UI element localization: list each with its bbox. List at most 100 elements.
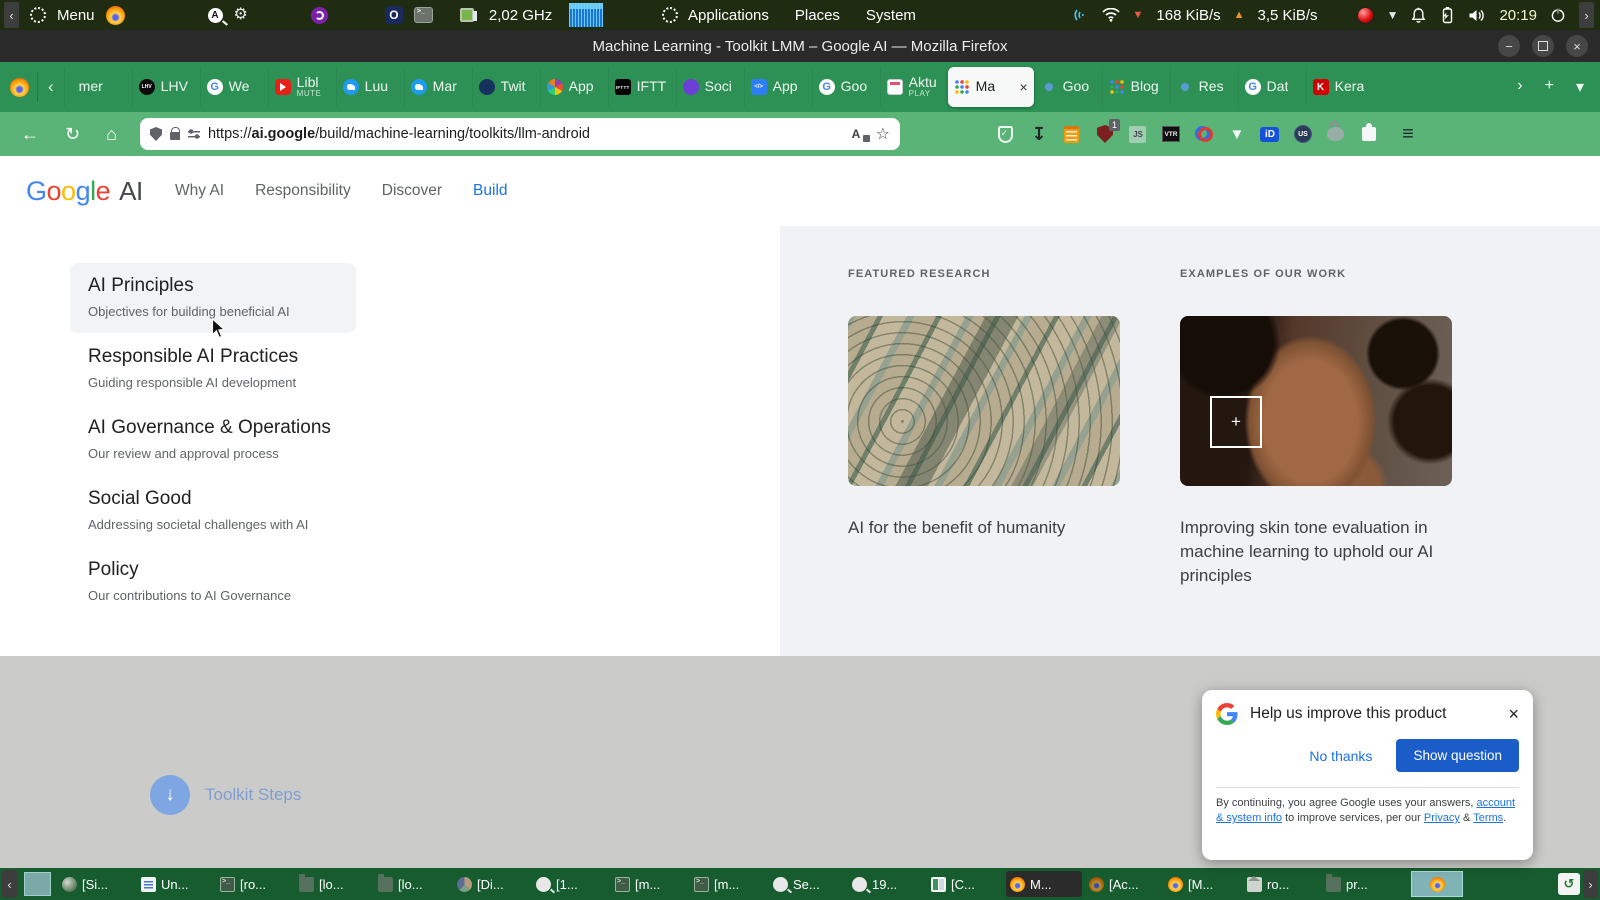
taskbar-window-button[interactable]: pr... (1322, 871, 1398, 897)
site-nav-link[interactable]: Discover (382, 182, 442, 200)
paw-extension-icon[interactable] (1327, 127, 1345, 141)
firefox-menu-icon[interactable] (10, 77, 29, 97)
taskbar-window-button[interactable]: [Ac... (1085, 871, 1161, 897)
places-menu[interactable]: Places (795, 7, 840, 24)
extensions-puzzle-icon[interactable] (1361, 127, 1376, 141)
workspace-switcher[interactable] (24, 872, 51, 896)
mega-menu-item[interactable]: Responsible AI Practices Guiding respons… (70, 334, 356, 404)
browser-tab[interactable]: G Dat (1237, 67, 1306, 107)
browser-tab[interactable]: Ma × (947, 67, 1034, 107)
tracking-protection-shield-icon[interactable] (149, 127, 162, 141)
minimize-button[interactable]: − (1498, 35, 1520, 57)
taskbar-window-button[interactable]: [m... (690, 871, 766, 897)
permissions-sliders-icon[interactable] (187, 129, 200, 139)
taskbar-window-button[interactable]: [1... (532, 871, 608, 897)
wifi-icon[interactable] (1101, 8, 1120, 22)
reload-button[interactable]: ↻ (52, 124, 93, 145)
lock-icon[interactable] (169, 127, 181, 140)
close-button[interactable]: × (1566, 35, 1588, 57)
notifications-bell-icon[interactable] (1411, 7, 1426, 24)
browser-tab[interactable]: IFTTT IFTT (607, 67, 676, 107)
url-text[interactable]: https://ai.google/build/machine-learning… (208, 126, 844, 142)
featured-research-caption[interactable]: AI for the benefit of humanity (848, 516, 1120, 540)
clock[interactable]: 20:19 (1499, 7, 1537, 24)
home-button[interactable]: ⌂ (93, 124, 130, 145)
google-ai-logo[interactable]: Google AI (26, 176, 143, 207)
restore-button[interactable] (1532, 35, 1554, 57)
taskbar-window-button[interactable]: [lo... (295, 871, 371, 897)
taskbar-window-button[interactable]: Se... (769, 871, 845, 897)
bookmark-star-icon[interactable]: ☆ (876, 124, 890, 144)
featured-research-image[interactable] (848, 316, 1120, 486)
browser-tab[interactable]: </> App (743, 67, 812, 107)
privacy-link[interactable]: Privacy (1424, 812, 1460, 824)
mega-menu-item[interactable]: Policy Our contributions to AI Governanc… (70, 547, 356, 617)
browser-tab[interactable]: Aktu PLAY (879, 67, 948, 107)
taskbar-window-button[interactable]: [Si... (58, 871, 134, 897)
url-bar[interactable]: https://ai.google/build/machine-learning… (139, 118, 900, 150)
system-menu[interactable]: System (866, 7, 916, 24)
panel-collapse-right-icon[interactable]: › (1579, 2, 1594, 28)
tor-browser-icon[interactable] (310, 6, 328, 24)
taskbar-window-button[interactable]: ro... (1243, 871, 1319, 897)
taskbar-window-button[interactable]: 19... (848, 871, 924, 897)
vtr-extension-icon[interactable]: VTR (1161, 126, 1180, 142)
recording-indicator-icon[interactable] (1356, 6, 1374, 24)
browser-tab[interactable]: App (539, 67, 608, 107)
site-nav-link[interactable]: Responsibility (255, 182, 351, 200)
o-app-icon[interactable]: O (384, 6, 403, 24)
toolkit-steps[interactable]: ↓ Toolkit Steps (150, 775, 301, 815)
taskbar-window-button[interactable]: [M... (1164, 871, 1240, 897)
taskbar-window-button[interactable]: M... (1006, 871, 1082, 897)
browser-tab[interactable]: G Goo (811, 67, 880, 107)
no-thanks-button[interactable]: No thanks (1309, 748, 1372, 764)
tab-scroll-left-icon[interactable]: ‹ (38, 77, 64, 97)
tab-media-indicator[interactable]: MUTE (297, 89, 322, 99)
examples-image[interactable]: + (1180, 316, 1452, 486)
site-nav-link[interactable]: Why AI (175, 182, 224, 200)
id-extension-icon[interactable]: iD (1260, 126, 1280, 142)
survey-close-icon[interactable]: × (1508, 705, 1519, 723)
mega-menu-item[interactable]: AI Governance & Operations Our review an… (70, 405, 356, 475)
search-tool-icon[interactable]: A (207, 7, 223, 23)
browser-tab[interactable]: G We (199, 67, 268, 107)
site-nav-link[interactable]: Build (473, 182, 507, 200)
workspace-preview[interactable] (1411, 871, 1463, 897)
applications-menu-icon[interactable] (662, 7, 678, 23)
ublock-extension-icon[interactable]: 1 (1095, 119, 1120, 144)
trash-icon[interactable]: ↺ (1558, 873, 1580, 895)
browser-tab[interactable]: Libl MUTE (267, 67, 336, 107)
system-monitor-graph[interactable] (569, 3, 604, 27)
browser-tab[interactable]: mer (63, 67, 132, 107)
browser-tab[interactable]: Blog (1101, 67, 1170, 107)
browser-tab[interactable]: Goo (1033, 67, 1102, 107)
terminal-launcher-icon[interactable] (413, 7, 433, 23)
shield-check-extension-icon[interactable]: ✓ (998, 125, 1014, 143)
main-menu-icon[interactable] (30, 7, 46, 23)
show-question-button[interactable]: Show question (1396, 739, 1519, 772)
terms-link[interactable]: Terms (1473, 812, 1503, 824)
us-proxy-extension-icon[interactable]: US (1293, 125, 1312, 143)
browser-tab[interactable]: K Kera (1305, 67, 1374, 107)
triangle-extension-icon[interactable]: ▼ (1227, 124, 1247, 144)
gear-icon[interactable]: ⚙ (234, 7, 248, 23)
new-tab-button[interactable]: + (1545, 77, 1554, 97)
taskbar-window-button[interactable]: [ro... (216, 871, 292, 897)
panel-collapse-left-icon[interactable]: ‹ (4, 2, 19, 28)
taskbar-window-button[interactable]: [Di... (453, 871, 529, 897)
link-extension-icon[interactable] (1194, 124, 1214, 144)
browser-tab[interactable]: Soci (675, 67, 744, 107)
taskbar-window-button[interactable]: Un... (137, 871, 213, 897)
menu-label[interactable]: Menu (57, 7, 95, 24)
browser-tab[interactable]: LHV LHV (131, 67, 200, 107)
taskbar-collapse-right-icon[interactable]: › (1583, 870, 1598, 898)
taskbar-collapse-left-icon[interactable]: ‹ (2, 870, 17, 898)
taskbar-window-button[interactable]: [C... (927, 871, 1003, 897)
mega-menu-item[interactable]: Social Good Addressing societal challeng… (70, 476, 356, 546)
applications-menu[interactable]: Applications (688, 7, 769, 24)
notes-extension-icon[interactable] (1064, 125, 1080, 143)
power-icon[interactable] (1550, 7, 1566, 23)
tab-media-indicator[interactable]: PLAY (909, 89, 937, 99)
battery-icon[interactable] (1439, 6, 1455, 24)
taskbar-window-button[interactable]: [m... (611, 871, 687, 897)
